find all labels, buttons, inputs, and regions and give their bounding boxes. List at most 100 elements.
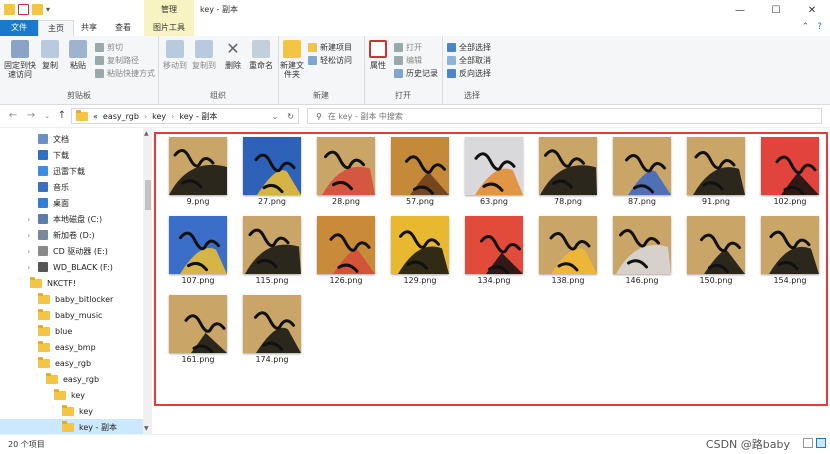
minimize-button[interactable]: —	[722, 0, 758, 20]
copy-to-button[interactable]: 复制到	[189, 40, 219, 70]
search-box[interactable]: ⚲ 在 key - 副本 中搜索	[307, 108, 822, 124]
copy-path-button[interactable]: 复制路径	[95, 54, 139, 66]
breadcrumb-current[interactable]: key - 副本	[179, 111, 217, 122]
address-bar[interactable]: « easy_rgb › key › key - 副本 ⌄ ↻	[71, 108, 299, 124]
nav-scrollbar[interactable]: ▲ ▼	[143, 128, 152, 434]
properties-button[interactable]: 属性	[364, 40, 392, 70]
expand-chevron-icon[interactable]: ›	[27, 263, 30, 272]
scroll-down-icon[interactable]: ▼	[144, 425, 149, 432]
edit-button[interactable]: 编辑	[394, 54, 422, 66]
file-tile[interactable]: 28.png	[314, 137, 378, 206]
file-tile[interactable]: 9.png	[166, 137, 230, 206]
file-tile[interactable]: 63.png	[462, 137, 526, 206]
address-dropdown-icon[interactable]: ⌄	[272, 112, 279, 121]
collapse-ribbon-icon[interactable]: ⌃	[802, 22, 810, 32]
ribbon-controls: ⌃ ?	[802, 22, 822, 32]
tab-file[interactable]: 文件	[0, 20, 38, 36]
file-tile[interactable]: 154.png	[758, 216, 822, 285]
nav-item[interactable]: NKCTF!	[30, 275, 76, 291]
help-icon[interactable]: ?	[817, 22, 822, 32]
tab-home[interactable]: 主页	[38, 20, 74, 37]
file-tile[interactable]: 174.png	[240, 295, 304, 364]
copy-button[interactable]: 复制	[36, 40, 64, 70]
file-tile[interactable]: 91.png	[684, 137, 748, 206]
file-tile[interactable]: 107.png	[166, 216, 230, 285]
expand-chevron-icon[interactable]: ›	[27, 247, 30, 256]
breadcrumb-key[interactable]: key	[152, 112, 166, 121]
paste-button[interactable]: 粘贴	[64, 40, 92, 70]
close-button[interactable]: ✕	[794, 0, 830, 20]
nav-item[interactable]: › CD 驱动器 (E:)	[27, 243, 108, 259]
nav-item[interactable]: 文档	[38, 131, 69, 147]
file-tile[interactable]: 115.png	[240, 216, 304, 285]
nav-item[interactable]: easy_rgb	[46, 371, 99, 387]
edit-label: 编辑	[406, 55, 422, 65]
easy-access-button[interactable]: 轻松访问	[308, 54, 352, 66]
tab-share[interactable]: 共享	[72, 20, 106, 36]
expand-chevron-icon[interactable]: ›	[27, 215, 30, 224]
qat-dropdown-icon[interactable]: ▾	[46, 5, 50, 14]
expand-chevron-icon[interactable]: ›	[27, 231, 30, 240]
new-folder-icon[interactable]	[32, 4, 43, 15]
nav-item[interactable]: 音乐	[38, 179, 69, 195]
file-tile[interactable]: 102.png	[758, 137, 822, 206]
new-folder-button[interactable]: 新建文件夹	[278, 40, 306, 79]
file-tile[interactable]: 134.png	[462, 216, 526, 285]
organize-group: 移动到 复制到 ✕ 删除 重命名 组织	[158, 36, 279, 104]
tab-view[interactable]: 查看	[106, 20, 140, 36]
forward-arrow-icon[interactable]: →	[24, 109, 38, 123]
delete-button[interactable]: ✕ 删除	[219, 40, 247, 71]
file-tile[interactable]: 150.png	[684, 216, 748, 285]
nav-item[interactable]: 下载	[38, 147, 69, 163]
nav-item[interactable]: key	[62, 403, 93, 419]
up-arrow-icon[interactable]: ↑	[55, 109, 69, 123]
invert-selection-button[interactable]: 反向选择	[447, 67, 491, 79]
tab-picture-tools[interactable]: 图片工具	[144, 20, 194, 36]
nav-item[interactable]: › 本地磁盘 (C:)	[27, 211, 102, 227]
file-tile[interactable]: 27.png	[240, 137, 304, 206]
file-tile[interactable]: 126.png	[314, 216, 378, 285]
file-tile[interactable]: 87.png	[610, 137, 674, 206]
nav-item[interactable]: key - 副本	[0, 419, 143, 434]
breadcrumb-overflow[interactable]: «	[93, 112, 98, 121]
select-all-button[interactable]: 全部选择	[447, 41, 491, 53]
breadcrumb-easy-rgb[interactable]: easy_rgb	[103, 112, 139, 121]
file-tile[interactable]: 138.png	[536, 216, 600, 285]
file-tile[interactable]: 57.png	[388, 137, 452, 206]
nav-item[interactable]: key	[54, 387, 85, 403]
context-tab-manage[interactable]: 管理	[144, 0, 194, 20]
file-name: 161.png	[181, 355, 215, 364]
open-button[interactable]: 打开	[394, 41, 422, 53]
pin-quick-access-button[interactable]: 固定到快速访问	[3, 40, 37, 79]
history-button[interactable]: 历史记录	[394, 67, 438, 79]
nav-item[interactable]: easy_bmp	[38, 339, 96, 355]
file-tile[interactable]: 78.png	[536, 137, 600, 206]
paste-shortcut-button[interactable]: 粘贴快捷方式	[95, 67, 155, 79]
nav-item[interactable]: 桌面	[38, 195, 69, 211]
file-tile[interactable]: 161.png	[166, 295, 230, 364]
nav-item[interactable]: › 新加卷 (D:)	[27, 227, 95, 243]
nav-scrollbar-thumb[interactable]	[145, 180, 151, 210]
nav-item[interactable]: blue	[38, 323, 72, 339]
recent-locations-icon[interactable]: ⌄	[40, 109, 54, 123]
pin-icon	[11, 40, 29, 58]
new-item-button[interactable]: 新建项目	[308, 41, 352, 53]
nav-item[interactable]: easy_rgb	[38, 355, 91, 371]
refresh-icon[interactable]: ↻	[283, 112, 298, 121]
select-none-button[interactable]: 全部取消	[447, 54, 491, 66]
rename-button[interactable]: 重命名	[246, 40, 276, 70]
nav-item[interactable]: baby_music	[38, 307, 102, 323]
nav-item[interactable]: 迅雷下载	[38, 163, 85, 179]
back-arrow-icon[interactable]: ←	[6, 109, 20, 123]
properties-icon[interactable]	[18, 4, 29, 15]
scroll-up-icon[interactable]: ▲	[144, 130, 149, 137]
move-to-button[interactable]: 移动到	[160, 40, 190, 70]
maximize-button[interactable]: ☐	[758, 0, 794, 20]
details-view-icon[interactable]	[803, 438, 813, 448]
cut-button[interactable]: 剪切	[95, 41, 123, 53]
large-icons-view-icon[interactable]	[816, 438, 826, 448]
file-tile[interactable]: 129.png	[388, 216, 452, 285]
nav-item[interactable]: baby_bitlocker	[38, 291, 113, 307]
nav-item[interactable]: › WD_BLACK (F:)	[27, 259, 113, 275]
file-tile[interactable]: 146.png	[610, 216, 674, 285]
